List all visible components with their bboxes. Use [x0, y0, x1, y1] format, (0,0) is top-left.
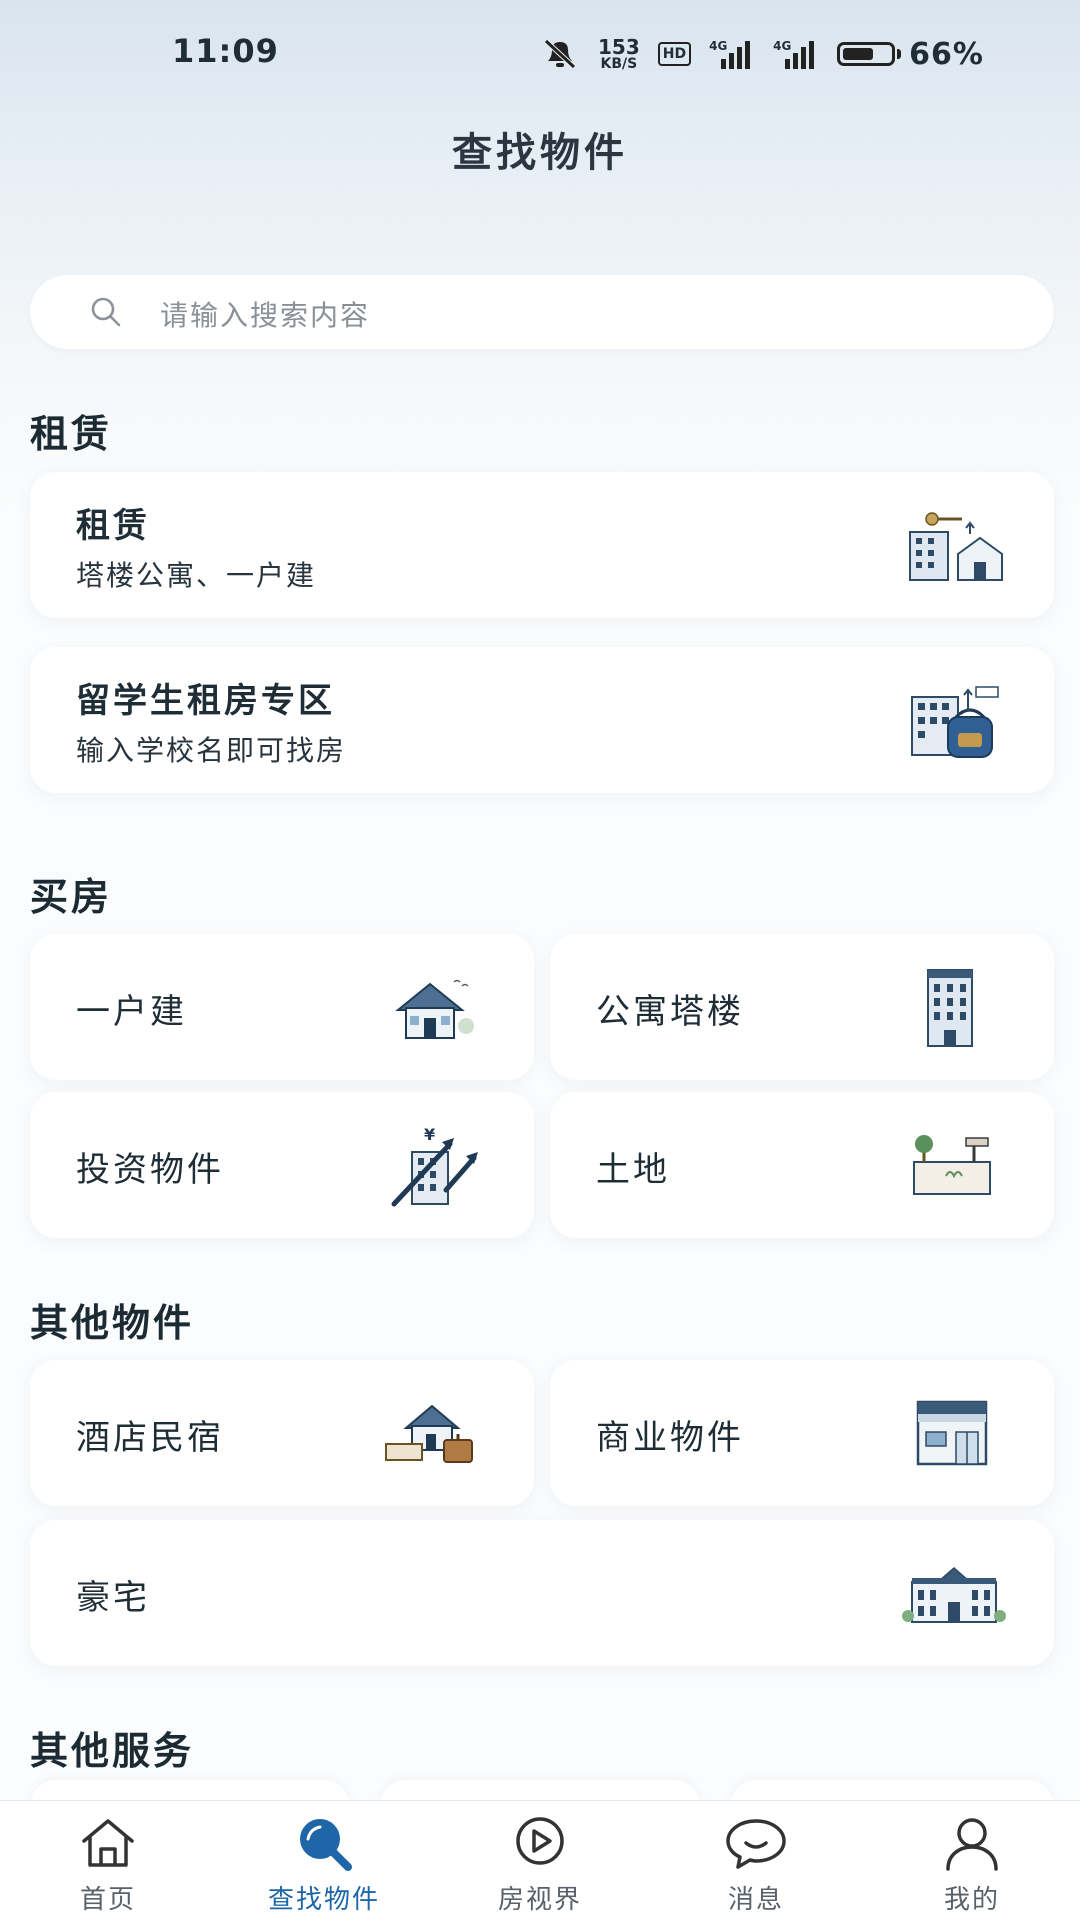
land-card[interactable]: 土地: [550, 1092, 1054, 1238]
section-title-buy: 买房: [30, 875, 113, 919]
battery-percent: 66%: [909, 36, 984, 72]
section-title-rent: 租赁: [30, 412, 113, 456]
card-title: 公寓塔楼: [596, 992, 744, 1032]
land-plot-icon: [913, 1135, 991, 1195]
section-title-services: 其他服务: [30, 1729, 195, 1773]
tab-home[interactable]: 首页: [0, 1801, 216, 1920]
card-title: 豪宅: [76, 1578, 150, 1618]
search-input[interactable]: 请输入搜索内容: [30, 275, 1054, 349]
page-title: 查找物件: [452, 130, 628, 176]
hd-badge: HD: [657, 42, 692, 66]
student-backpack-building-icon: [911, 686, 999, 758]
search-icon: [91, 297, 121, 327]
signal-1-icon: 4G: [709, 39, 755, 69]
tab-profile[interactable]: 我的: [864, 1801, 1080, 1920]
home-icon: [82, 1819, 134, 1867]
svg-text:¥: ¥: [424, 1125, 435, 1144]
status-bar: 11:09 153 KB/S HD 4G 4G 66%: [0, 0, 1080, 100]
tab-label: 我的: [943, 1885, 1000, 1915]
tab-label: 房视界: [497, 1885, 582, 1915]
rent-card[interactable]: 租赁 塔楼公寓、一户建: [30, 472, 1054, 618]
bottom-tab-bar: 首页 查找物件 房视界 消息 我的: [0, 1800, 1080, 1920]
card-subtitle: 塔楼公寓、一户建: [76, 559, 317, 592]
detached-house-icon: [395, 979, 474, 1039]
card-title: 租赁: [76, 506, 150, 546]
commercial-store-icon: [916, 1400, 988, 1466]
mansion-icon: [902, 1567, 1006, 1623]
investment-property-card[interactable]: 投资物件 ¥: [30, 1092, 534, 1238]
card-title: 土地: [596, 1150, 670, 1190]
tab-search[interactable]: 查找物件: [216, 1801, 432, 1920]
tab-label: 消息: [727, 1885, 784, 1915]
card-title: 酒店民宿: [76, 1418, 224, 1458]
mansion-card[interactable]: 豪宅: [30, 1520, 1054, 1666]
card-subtitle: 输入学校名即可找房: [76, 734, 347, 767]
chat-bubble-icon: [726, 1819, 786, 1869]
tab-video[interactable]: 房视界: [432, 1801, 648, 1920]
student-rent-card[interactable]: 留学生租房专区 输入学校名即可找房: [30, 647, 1054, 793]
apartment-tower-icon: [927, 969, 973, 1047]
play-icon: [516, 1817, 564, 1865]
search-icon: [300, 1819, 352, 1871]
search-placeholder: 请输入搜索内容: [160, 299, 371, 332]
card-title: 留学生租房专区: [76, 681, 335, 721]
commercial-card[interactable]: 商业物件: [550, 1360, 1054, 1506]
card-title: 商业物件: [596, 1418, 744, 1458]
tab-label: 查找物件: [267, 1885, 380, 1915]
status-time: 11:09: [172, 32, 279, 70]
investment-building-icon: ¥: [391, 1125, 478, 1207]
tab-label: 首页: [79, 1885, 136, 1915]
hotel-card[interactable]: 酒店民宿: [30, 1360, 534, 1506]
hotel-house-icon: [385, 1404, 473, 1463]
apartment-tower-card[interactable]: 公寓塔楼: [550, 934, 1054, 1080]
battery-icon: 66%: [837, 37, 984, 72]
mute-bell-icon: [544, 39, 576, 69]
network-speed: 153 KB/S: [598, 35, 640, 72]
detached-house-card[interactable]: 一户建: [30, 934, 534, 1080]
signal-2-icon: 4G: [773, 39, 819, 69]
section-title-other: 其他物件: [30, 1301, 195, 1345]
tab-messages[interactable]: 消息: [648, 1801, 864, 1920]
rent-building-key-icon: [909, 512, 1003, 581]
card-title: 一户建: [76, 992, 187, 1032]
card-title: 投资物件: [76, 1150, 224, 1190]
status-icons: 153 KB/S HD 4G 4G 66%: [540, 34, 984, 74]
user-icon: [946, 1818, 998, 1871]
